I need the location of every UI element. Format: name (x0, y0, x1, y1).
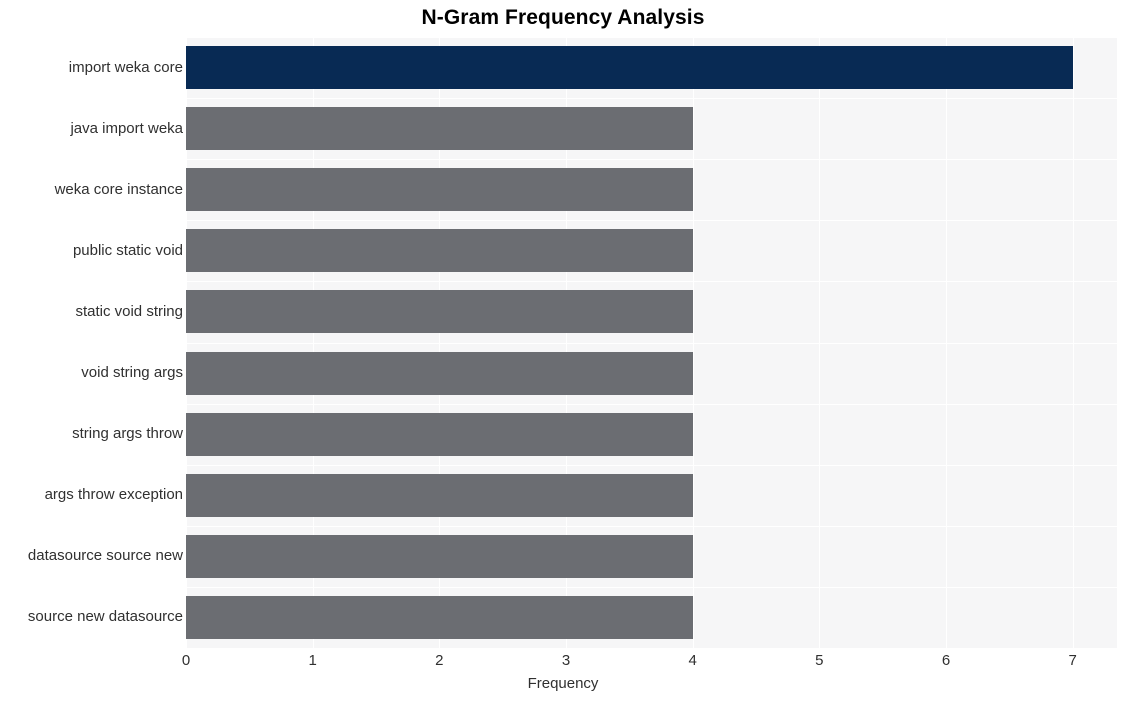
y-gridline (186, 220, 1117, 222)
y-tick-label: java import weka (70, 119, 183, 137)
x-tick-label: 5 (815, 652, 824, 669)
bar[interactable] (186, 351, 693, 395)
x-tick-label: 0 (181, 652, 191, 669)
y-gridline (186, 37, 1117, 38)
bar[interactable] (186, 534, 693, 578)
y-tick-label: static void string (75, 302, 183, 320)
x-tick-label: 2 (435, 652, 444, 669)
bar[interactable] (186, 412, 693, 456)
y-gridline (186, 464, 1117, 466)
y-tick-label: source new datasource (27, 608, 183, 626)
y-gridline (186, 586, 1117, 588)
y-tick-label: string args throw (72, 425, 183, 443)
y-gridline (186, 403, 1117, 405)
y-tick-label: args throw exception (44, 486, 183, 504)
y-gridline (186, 342, 1117, 344)
y-gridline (186, 525, 1117, 527)
y-tick-label: datasource source new (27, 547, 183, 565)
x-tick-label: 4 (688, 652, 697, 669)
y-tick-label: public static void (72, 241, 183, 259)
bar[interactable] (186, 473, 693, 517)
x-tick-label: 7 (1068, 652, 1077, 669)
x-tick-label: 3 (561, 652, 571, 669)
y-tick-label: import weka core (68, 58, 183, 76)
chart-title: N-Gram Frequency Analysis (421, 6, 705, 29)
bar[interactable] (186, 229, 693, 273)
chart-figure: N-Gram Frequency Analysis import weka co… (0, 0, 1126, 701)
bar[interactable] (186, 168, 693, 212)
x-tick-label: 1 (308, 652, 317, 669)
bar[interactable] (186, 107, 693, 151)
plot-area (186, 37, 1117, 648)
bar[interactable] (186, 46, 1073, 90)
y-tick-label: weka core instance (54, 180, 183, 198)
y-gridline (186, 281, 1117, 283)
x-tick-label: 6 (941, 652, 951, 669)
y-tick-label: void string args (81, 364, 183, 382)
x-axis-title: Frequency (527, 675, 599, 692)
y-gridline (186, 159, 1117, 161)
y-gridline (186, 98, 1117, 100)
bar[interactable] (186, 290, 693, 334)
bar[interactable] (186, 595, 693, 639)
